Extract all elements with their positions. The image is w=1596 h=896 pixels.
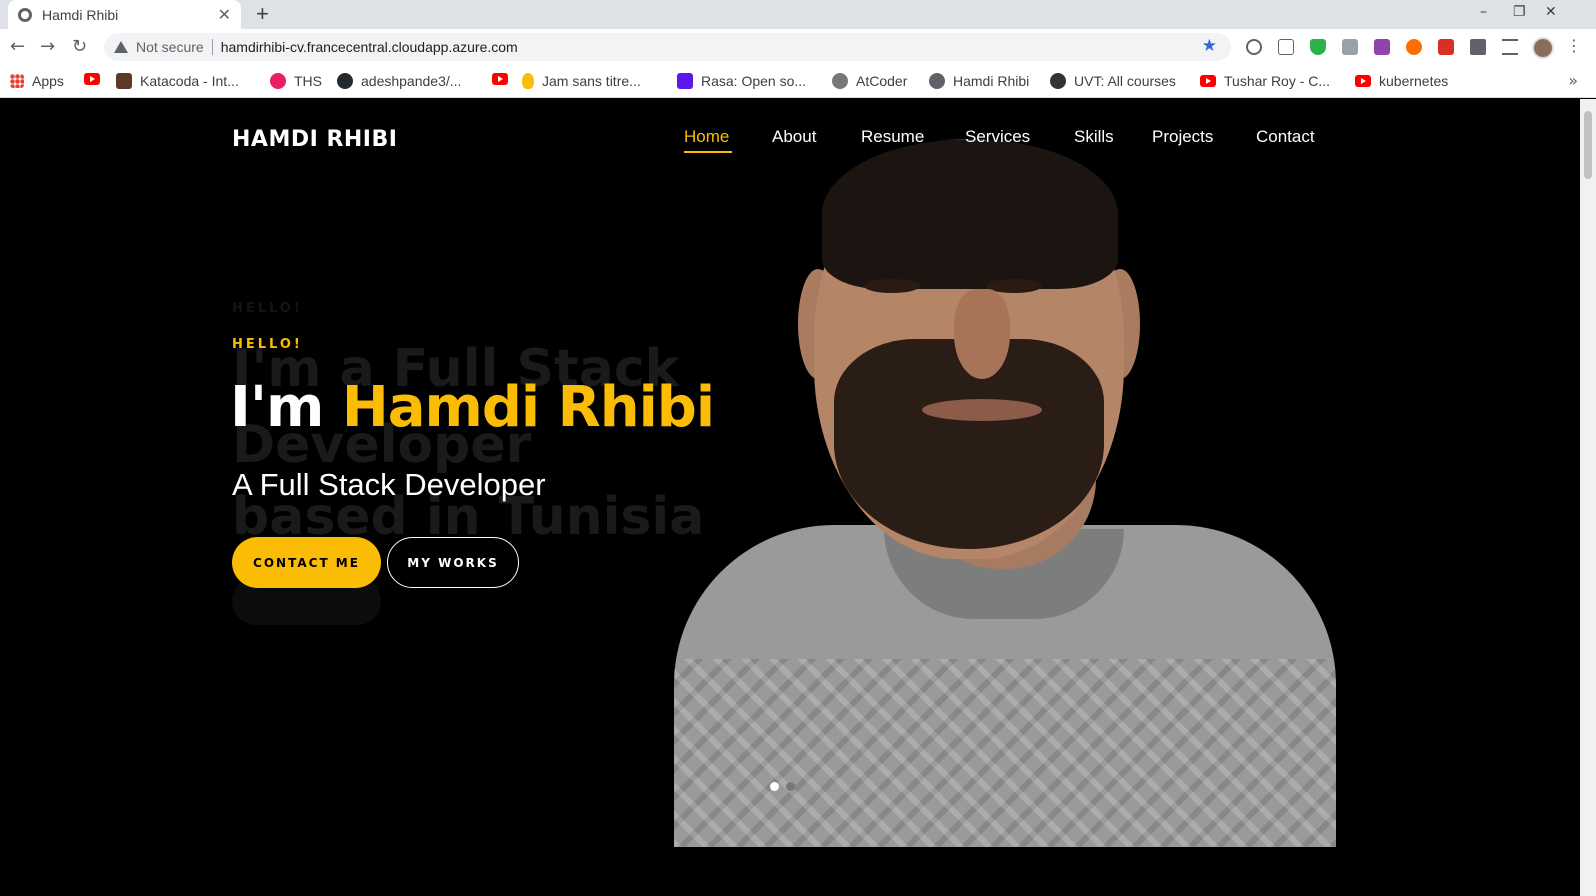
slider-dot[interactable] (786, 782, 795, 791)
bookmark-label: AtCoder (856, 73, 908, 89)
bookmark-label: kubernetes (1379, 73, 1449, 89)
mouth (922, 399, 1042, 421)
ths-icon (270, 73, 286, 89)
globe-icon (929, 73, 945, 89)
forward-arrow-icon[interactable]: → (40, 36, 55, 57)
nav-contact[interactable]: Contact (1256, 127, 1315, 147)
warning-icon[interactable] (114, 41, 128, 53)
profile-avatar[interactable] (1532, 37, 1554, 59)
nav-services[interactable]: Services (965, 127, 1030, 147)
purple-extension-icon[interactable] (1374, 39, 1390, 55)
more-bookmarks-icon[interactable]: » (1568, 71, 1578, 90)
bookmark-label: UVT: All courses (1074, 73, 1176, 89)
puzzle-icon[interactable] (1470, 39, 1486, 55)
restore-button[interactable]: ❐ (1513, 4, 1526, 20)
bookmark-label: THS (294, 73, 322, 89)
bookmark-hamdi-rhibi[interactable]: Hamdi Rhibi (929, 73, 1029, 89)
bookmark-rasa[interactable]: Rasa: Open so... (677, 73, 806, 89)
nav-about[interactable]: About (772, 127, 816, 147)
cube-extension-icon[interactable] (1342, 39, 1358, 55)
nose (954, 289, 1010, 379)
browser-toolbar: ← → ↻ Not secure hamdirhibi-cv.francecen… (0, 29, 1596, 65)
shirt-pattern (674, 659, 1336, 847)
site-logo[interactable]: HAMDI RHIBI (232, 127, 397, 152)
bookmark-jam[interactable]: Jam sans titre... (522, 73, 641, 89)
page-viewport: HELLO! I'm a Full Stack Developer based … (0, 99, 1580, 896)
minimize-button[interactable]: – (1480, 4, 1487, 20)
bookmark-star-icon[interactable]: ★ (1202, 36, 1217, 56)
close-tab-icon[interactable]: ✕ (218, 5, 231, 25)
bookmark-label: adeshpande3/... (361, 73, 462, 89)
slider-dot-active[interactable] (770, 782, 779, 791)
bookmarks-bar: Apps Katacoda - Int... THS adeshpande3/.… (0, 65, 1596, 98)
bookmark-tushar-roy[interactable]: Tushar Roy - C... (1200, 73, 1330, 89)
nav-projects[interactable]: Projects (1152, 127, 1213, 147)
headline-prefix: I'm (230, 375, 342, 440)
tab-title: Hamdi Rhibi (42, 6, 119, 23)
nav-skills[interactable]: Skills (1074, 127, 1114, 147)
nav-resume[interactable]: Resume (861, 127, 924, 147)
new-tab-button[interactable]: + (256, 1, 269, 27)
ghost-hello: HELLO! (232, 301, 303, 316)
katacoda-icon (116, 73, 132, 89)
reload-icon[interactable]: ↻ (72, 36, 87, 57)
globe-icon (18, 7, 32, 22)
back-arrow-icon[interactable]: ← (10, 36, 25, 57)
atcoder-icon (832, 73, 848, 89)
red-extension-icon[interactable] (1438, 39, 1454, 55)
left-eye (864, 279, 920, 293)
youtube-icon (1200, 75, 1216, 87)
bookmark-apps[interactable]: Apps (10, 73, 64, 89)
headline-name: Hamdi Rhibi (341, 375, 715, 440)
bookmark-youtube[interactable] (492, 73, 516, 85)
scrollbar-thumb[interactable] (1584, 111, 1592, 179)
rasa-icon (677, 73, 693, 89)
bookmark-kubernetes[interactable]: kubernetes (1355, 73, 1448, 89)
close-window-button[interactable]: ✕ (1545, 4, 1557, 20)
bookmark-label: Tushar Roy - C... (1224, 73, 1331, 89)
bookmark-ths[interactable]: THS (270, 73, 322, 89)
extension-icon[interactable] (1246, 39, 1262, 55)
hero-greeting: HELLO! (232, 337, 303, 352)
bookmark-label: Jam sans titre... (542, 73, 641, 89)
hair (822, 139, 1118, 289)
security-label[interactable]: Not secure (136, 39, 204, 55)
orange-extension-icon[interactable] (1406, 39, 1422, 55)
divider (211, 39, 213, 55)
contact-me-button[interactable]: CONTACT ME (232, 537, 381, 588)
menu-icon[interactable]: ⋮ (1566, 36, 1582, 55)
nav-active-underline (684, 151, 732, 153)
url-text[interactable]: hamdirhibi-cv.francecentral.cloudapp.azu… (221, 39, 518, 55)
my-works-button[interactable]: MY WORKS (387, 537, 519, 588)
moodle-icon (1050, 73, 1066, 89)
youtube-icon (84, 73, 100, 85)
jam-icon (522, 73, 534, 89)
bookmark-github[interactable]: adeshpande3/... (337, 73, 461, 89)
hero-subtitle: A Full Stack Developer (232, 467, 546, 502)
bookmark-uvt[interactable]: UVT: All courses (1050, 73, 1176, 89)
bookmark-label: Hamdi Rhibi (953, 73, 1030, 89)
media-queue-icon[interactable] (1502, 39, 1518, 55)
bookmark-label: Rasa: Open so... (701, 73, 807, 89)
bookmark-label: Katacoda - Int... (140, 73, 239, 89)
apps-grid-icon (10, 74, 24, 88)
browser-tab[interactable]: Hamdi Rhibi ✕ (8, 0, 241, 29)
bookmark-youtube[interactable] (84, 73, 108, 85)
youtube-icon (492, 73, 508, 85)
address-bar[interactable]: Not secure hamdirhibi-cv.francecentral.c… (104, 33, 1231, 61)
json-extension-icon[interactable] (1278, 39, 1294, 55)
github-icon (337, 73, 353, 89)
tab-bar: Hamdi Rhibi ✕ + – ❐ ✕ (0, 0, 1596, 29)
nav-home[interactable]: Home (684, 127, 729, 147)
page-scrollbar[interactable] (1580, 99, 1596, 896)
hero-portrait-photo (674, 99, 1336, 847)
youtube-icon (1355, 75, 1371, 87)
bookmark-label: Apps (32, 73, 64, 89)
bookmark-katacoda[interactable]: Katacoda - Int... (116, 73, 239, 89)
shield-extension-icon[interactable] (1310, 39, 1326, 55)
bookmark-atcoder[interactable]: AtCoder (832, 73, 907, 89)
hero-headline: I'm Hamdi Rhibi (230, 375, 715, 440)
